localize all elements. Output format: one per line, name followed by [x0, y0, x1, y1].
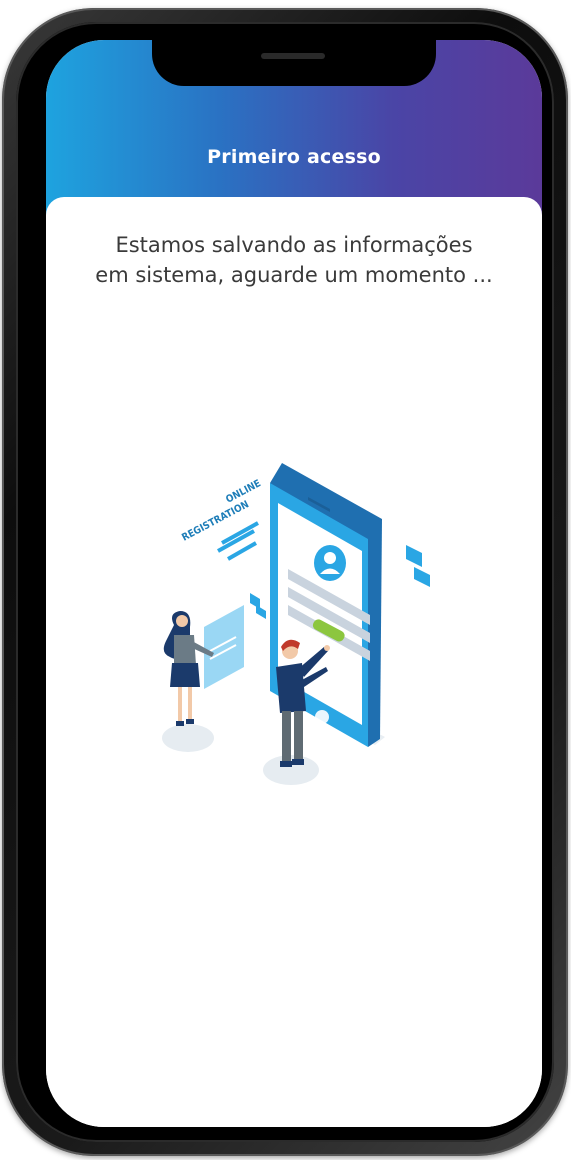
woman-shadow — [162, 724, 214, 752]
woman-face — [176, 615, 188, 627]
speaker-grille — [261, 53, 325, 59]
floating-card-2 — [414, 567, 430, 587]
saving-message-line-2: em sistema, aguarde um momento ... — [95, 263, 493, 287]
page-title: Primeiro acesso — [207, 146, 381, 168]
woman-skirt — [170, 663, 200, 687]
phone-home-button — [315, 710, 329, 724]
man-hand — [324, 645, 330, 651]
woman-leg-left — [178, 687, 182, 723]
man-shoe-right — [292, 759, 304, 765]
man-leg-left — [282, 711, 291, 763]
man-shoe-left — [280, 761, 292, 767]
floating-card-4 — [256, 605, 266, 619]
floating-card-1 — [406, 545, 422, 567]
holographic-panel — [204, 605, 244, 689]
woman-torso — [174, 635, 196, 665]
profile-avatar-head — [324, 552, 336, 564]
online-registration-illustration: ONLINE REGISTRATION — [162, 463, 430, 785]
saving-message: Estamos salvando as informações em siste… — [58, 230, 530, 290]
woman-shoe-right — [186, 719, 194, 724]
man-leg-right — [294, 711, 303, 761]
speed-line-3 — [227, 541, 257, 561]
woman-shoe-left — [176, 721, 184, 726]
phone-notch — [152, 40, 436, 86]
woman-leg-right — [188, 687, 192, 721]
saving-message-line-1: Estamos salvando as informações — [115, 233, 473, 257]
